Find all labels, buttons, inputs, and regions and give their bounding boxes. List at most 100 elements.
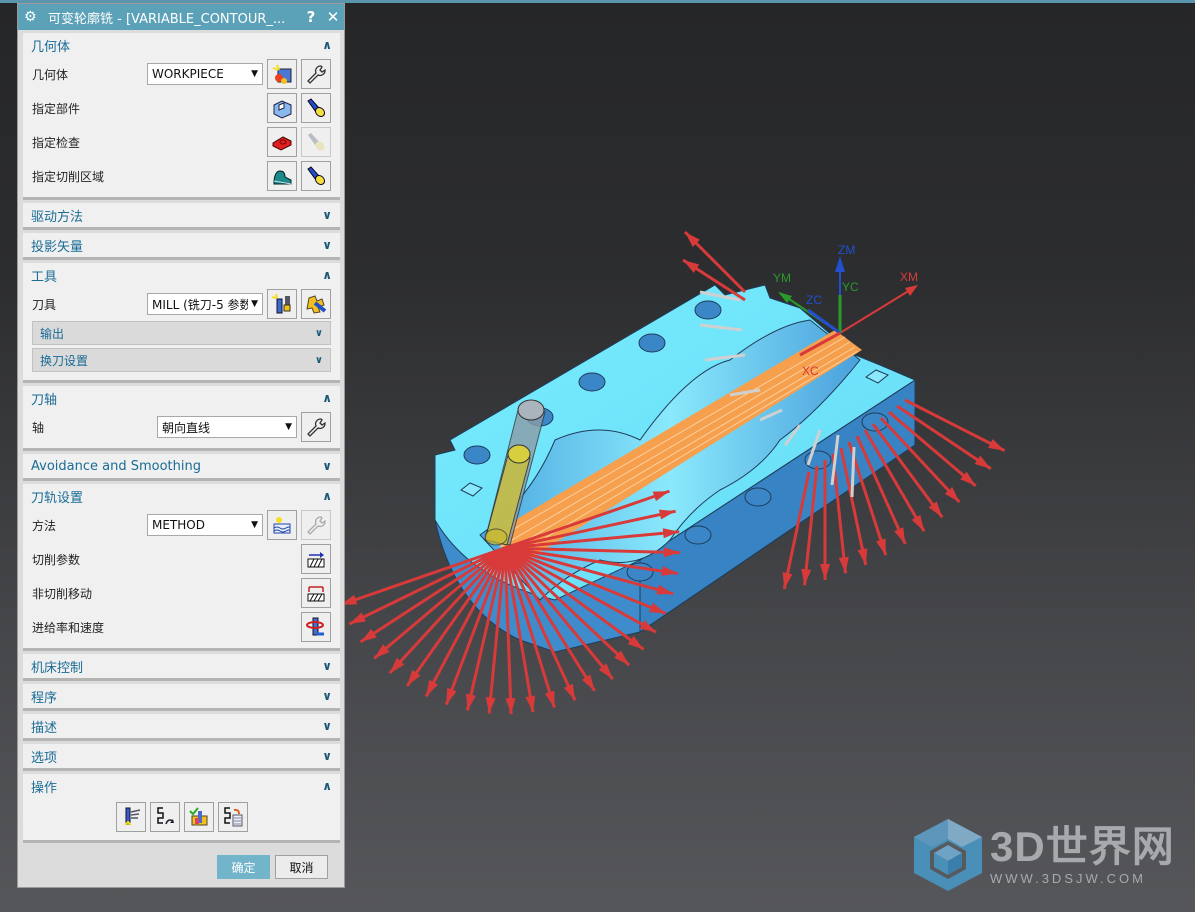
- section-machine-control: 机床控制 ∨: [23, 654, 340, 681]
- axis-label-xc: XC: [802, 364, 819, 378]
- specify-part-button[interactable]: [267, 93, 297, 123]
- specify-cut-area-label: 指定切削区域: [32, 169, 105, 184]
- edit-geometry-button[interactable]: [301, 59, 331, 89]
- section-path-settings: 刀轨设置 ∧ 方法 METHOD ▼ 切削参数 非切削移动 进给率和速度: [23, 484, 340, 651]
- chevron-down-icon: ∨: [322, 749, 332, 763]
- vector-arrowhead: [360, 629, 377, 642]
- verify-icon: [188, 807, 207, 826]
- chevron-up-icon: ∧: [322, 391, 332, 405]
- section-header-tool-axis[interactable]: 刀轴 ∧: [23, 386, 340, 410]
- axis-label-zm: ZM: [838, 243, 856, 257]
- dialog-titlebar[interactable]: ⚙ 可变轮廓铣 - [VARIABLE_CONTOUR_... ? ✕: [18, 4, 344, 30]
- section-title: 机床控制: [31, 660, 84, 676]
- help-button[interactable]: ?: [300, 8, 322, 26]
- axis-label-ym: YM: [773, 271, 791, 285]
- display-cut-area-button[interactable]: [301, 161, 331, 191]
- section-avoidance: Avoidance and Smoothing ∨: [23, 454, 340, 481]
- specify-cut-area-button[interactable]: [267, 161, 297, 191]
- section-options: 选项 ∨: [23, 744, 340, 771]
- replay-button[interactable]: [149, 802, 180, 832]
- non-cut-moves-button[interactable]: [301, 578, 331, 608]
- vector-arrowhead: [911, 514, 925, 532]
- cut-params-button[interactable]: [301, 544, 331, 574]
- chevron-down-icon: ∨: [314, 354, 323, 366]
- dropdown-arrow-icon: ▼: [251, 299, 258, 309]
- flashlight-icon: [307, 98, 326, 118]
- generate-toolpath-button[interactable]: [115, 802, 146, 832]
- tool-select[interactable]: MILL (铣刀-5 参数 ▼: [147, 293, 263, 315]
- dialog-title: 可变轮廓铣 - [VARIABLE_CONTOUR_...: [48, 11, 286, 27]
- edit-axis-button[interactable]: [301, 412, 331, 442]
- section-header-options[interactable]: 选项 ∨: [23, 744, 340, 768]
- replay-icon: [156, 807, 174, 825]
- close-button[interactable]: ✕: [322, 8, 344, 26]
- chevron-down-icon: ∨: [322, 459, 332, 473]
- section-title: 投影矢量: [31, 239, 84, 255]
- method-select[interactable]: METHOD ▼: [147, 514, 263, 536]
- axis-select[interactable]: 朝向直线 ▼: [157, 416, 297, 438]
- section-header-drive-method[interactable]: 驱动方法 ∨: [23, 203, 340, 227]
- chevron-up-icon: ∧: [322, 489, 332, 503]
- specify-check-button[interactable]: [267, 127, 297, 157]
- specify-part-label: 指定部件: [32, 101, 81, 116]
- chevron-down-icon: ∨: [322, 689, 332, 703]
- non-cut-moves-label: 非切削移动: [32, 586, 93, 601]
- vector-arrowhead: [988, 439, 1005, 451]
- section-title: 驱动方法: [31, 209, 84, 225]
- vector-arrowhead: [446, 687, 457, 705]
- new-method-icon: [273, 517, 291, 534]
- chevron-down-icon: ∨: [322, 238, 332, 252]
- chevron-down-icon: ∨: [322, 659, 332, 673]
- section-header-description[interactable]: 描述 ∨: [23, 714, 340, 738]
- chevron-down-icon: ∨: [314, 327, 323, 339]
- watermark-url: WWW.3DSJW.COM: [990, 870, 1146, 886]
- verify-button[interactable]: [183, 802, 214, 832]
- section-program: 程序 ∨: [23, 684, 340, 711]
- axis-label-xm: XM: [900, 270, 918, 284]
- section-header-tool[interactable]: 工具 ∧: [23, 263, 340, 287]
- vector-arrowhead: [426, 679, 439, 697]
- new-tool-button[interactable]: [267, 289, 297, 319]
- new-method-button[interactable]: [267, 510, 297, 540]
- cut-params-icon: [307, 552, 325, 568]
- vector-arrowhead: [563, 683, 576, 701]
- axis-select-value: 朝向直线: [162, 420, 211, 435]
- display-part-button[interactable]: [301, 93, 331, 123]
- axis-label-yc: YC: [842, 280, 859, 294]
- section-header-geometry[interactable]: 几何体 ∧: [23, 33, 340, 57]
- display-check-button[interactable]: [301, 127, 331, 157]
- variable-contour-dialog: ⚙ 可变轮廓铣 - [VARIABLE_CONTOUR_... ? ✕ 几何体 …: [17, 3, 345, 888]
- section-header-machine-control[interactable]: 机床控制 ∨: [23, 654, 340, 678]
- chevron-up-icon: ∧: [322, 268, 332, 282]
- section-title: 描述: [31, 720, 58, 736]
- dropdown-arrow-icon: ▼: [251, 520, 258, 530]
- section-projection-vector: 投影矢量 ∨: [23, 233, 340, 260]
- vector-arrowhead: [820, 564, 830, 580]
- wrench-icon: [307, 418, 326, 437]
- feeds-speeds-button[interactable]: [301, 612, 331, 642]
- feeds-speeds-icon: [306, 617, 324, 636]
- chevron-down-icon: ∨: [322, 719, 332, 733]
- section-header-path-settings[interactable]: 刀轨设置 ∧: [23, 484, 340, 508]
- subsection-output[interactable]: 输出 ∨: [32, 321, 331, 345]
- section-header-program[interactable]: 程序 ∨: [23, 684, 340, 708]
- section-header-projection-vector[interactable]: 投影矢量 ∨: [23, 233, 340, 257]
- section-header-avoidance[interactable]: Avoidance and Smoothing ∨: [23, 454, 340, 478]
- geometry-label: 几何体: [32, 67, 69, 82]
- ok-button[interactable]: 确定: [217, 855, 270, 879]
- list-toolpath-button[interactable]: [217, 802, 248, 832]
- chevron-up-icon: ∧: [322, 38, 332, 52]
- edit-tool-button[interactable]: [301, 289, 331, 319]
- cut-area-icon: [273, 170, 292, 185]
- section-header-actions[interactable]: 操作 ∧: [23, 774, 340, 798]
- section-tool-axis: 刀轴 ∧ 轴 朝向直线 ▼: [23, 386, 340, 451]
- edit-method-button[interactable]: [301, 510, 331, 540]
- new-geometry-button[interactable]: [267, 59, 297, 89]
- vector-arrowhead: [894, 527, 906, 544]
- subsection-title: 输出: [40, 326, 65, 341]
- geometry-select[interactable]: WORKPIECE ▼: [147, 63, 263, 85]
- subsection-tool-change[interactable]: 换刀设置 ∨: [32, 348, 331, 372]
- section-title: 操作: [31, 780, 58, 796]
- cancel-button[interactable]: 取消: [275, 855, 328, 879]
- section-title: 刀轨设置: [31, 490, 84, 506]
